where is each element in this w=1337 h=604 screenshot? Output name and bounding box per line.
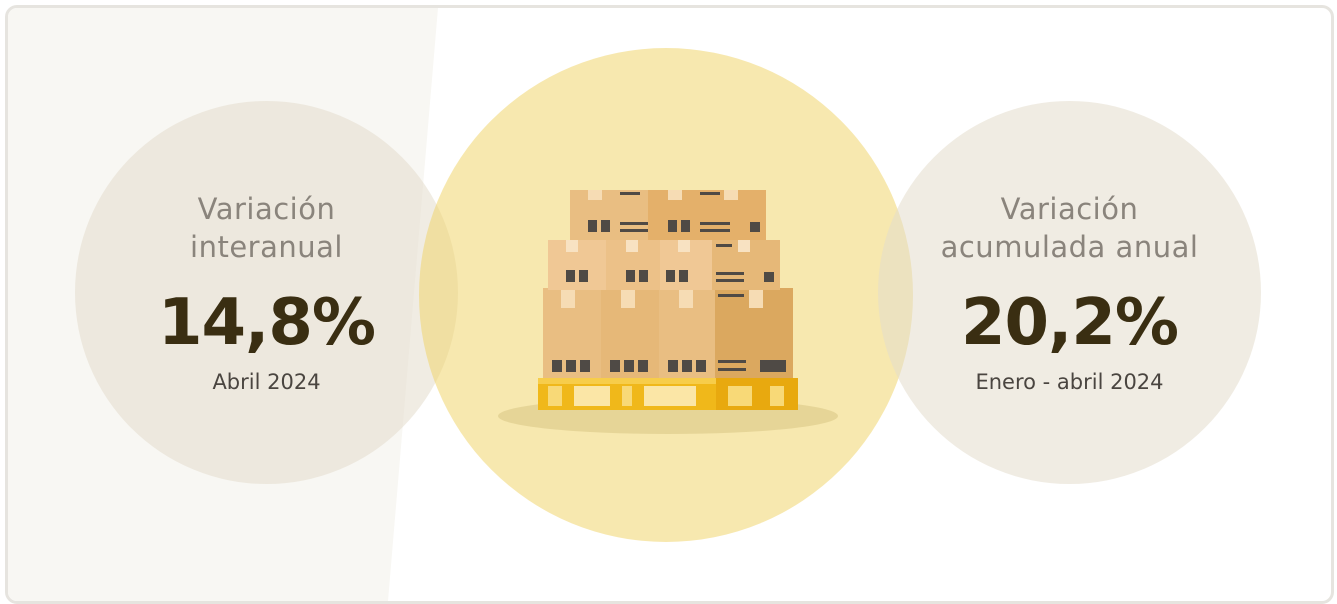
stat-title-line2: interanual: [190, 230, 343, 264]
stat-acumulada: Variación acumulada anual 20,2% Enero - …: [878, 190, 1261, 396]
boxes-on-pallet-icon: [498, 190, 838, 434]
stat-title-line1: Variación: [1000, 192, 1139, 226]
stat-interanual: Variación interanual 14,8% Abril 2024: [75, 190, 458, 396]
stat-value: 14,8%: [157, 286, 376, 360]
stat-title-line2: acumulada anual: [940, 230, 1199, 264]
stat-period: Abril 2024: [212, 370, 321, 394]
stat-title-line1: Variación: [197, 192, 336, 226]
stat-period: Enero - abril 2024: [975, 370, 1164, 394]
infographic-card: Variación interanual 14,8% Abril 2024 Va…: [5, 5, 1334, 604]
stat-value: 20,2%: [960, 286, 1179, 360]
